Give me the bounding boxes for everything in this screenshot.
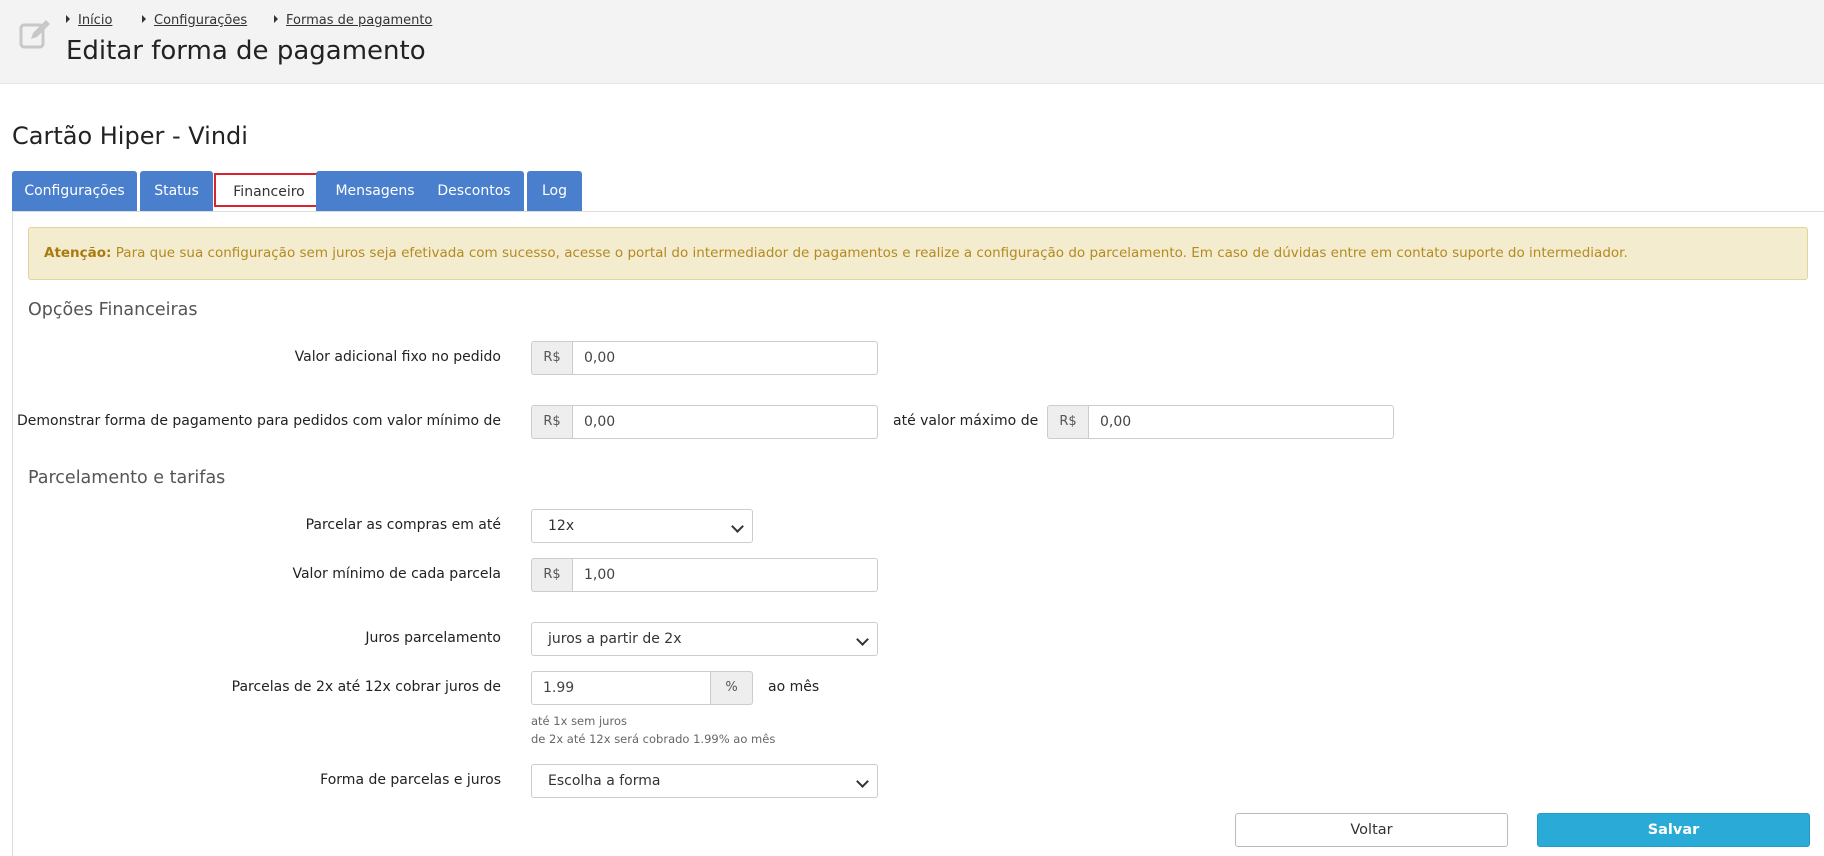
breadcrumb-link[interactable]: Configurações: [154, 13, 247, 28]
max-order-input-group: R$ 0,00: [1047, 405, 1394, 439]
installment-form-label: Forma de parcelas e juros: [320, 772, 501, 788]
chevron-down-icon: [856, 775, 869, 788]
breadcrumb-link[interactable]: Início: [78, 13, 112, 28]
content-border: [12, 211, 13, 856]
min-installment-label: Valor mínimo de cada parcela: [292, 566, 501, 582]
fixed-value-label: Valor adicional fixo no pedido: [294, 349, 501, 365]
page-title: Editar forma de pagamento: [66, 36, 426, 66]
fixed-value-input[interactable]: 0,00: [573, 341, 878, 375]
section-title-financial: Opções Financeiras: [28, 300, 198, 320]
interest-rate-suffix: ao mês: [768, 679, 820, 695]
max-order-input[interactable]: 0,00: [1089, 405, 1394, 439]
currency-addon: R$: [531, 558, 573, 592]
interest-label: Juros parcelamento: [365, 630, 501, 646]
installment-form-value: Escolha a forma: [548, 773, 661, 789]
tabs-divider: [12, 211, 1824, 212]
fixed-value-input-group: R$ 0,00: [531, 341, 878, 375]
chevron-down-icon: [856, 633, 869, 646]
warning-alert: Atenção: Para que sua configuração sem j…: [28, 227, 1808, 280]
currency-addon: R$: [531, 405, 573, 439]
breadcrumb-item-formas-de-pagamento[interactable]: Formas de pagamento: [274, 13, 432, 28]
currency-addon: R$: [531, 341, 573, 375]
alert-text: Para que sua configuração sem juros seja…: [111, 245, 1628, 261]
tab-mensagens[interactable]: Mensagens: [316, 171, 434, 211]
min-installment-input[interactable]: 1,00: [573, 558, 878, 592]
back-button[interactable]: Voltar: [1235, 813, 1508, 847]
tab-descontos[interactable]: Descontos: [424, 171, 524, 211]
interest-help-line-2: de 2x até 12x será cobrado 1.99% ao mês: [531, 732, 776, 746]
section-title-installments: Parcelamento e tarifas: [28, 468, 226, 488]
max-installments-value: 12x: [548, 518, 575, 534]
edit-icon: [19, 20, 50, 49]
percent-addon: %: [711, 671, 753, 705]
max-installments-select[interactable]: 12x: [531, 509, 753, 543]
caret-right-icon: [66, 15, 70, 23]
save-button[interactable]: Salvar: [1537, 813, 1810, 847]
breadcrumb-item-inicio[interactable]: Início: [66, 13, 112, 28]
installment-form-select[interactable]: Escolha a forma: [531, 764, 878, 798]
interest-rate-label: Parcelas de 2x até 12x cobrar juros de: [231, 679, 501, 695]
interest-rate-input-group: 1.99 %: [531, 671, 753, 705]
alert-strong: Atenção:: [44, 245, 112, 261]
tab-status[interactable]: Status: [140, 171, 213, 211]
interest-select[interactable]: juros a partir de 2x: [531, 622, 878, 656]
interest-value: juros a partir de 2x: [548, 631, 682, 647]
currency-addon: R$: [1047, 405, 1089, 439]
breadcrumb-link[interactable]: Formas de pagamento: [286, 13, 432, 28]
min-order-label: Demonstrar forma de pagamento para pedid…: [16, 413, 501, 429]
chevron-down-icon: [731, 520, 744, 533]
tab-log[interactable]: Log: [527, 171, 582, 211]
interest-rate-input[interactable]: 1.99: [531, 671, 711, 705]
breadcrumb-item-configuracoes[interactable]: Configurações: [142, 13, 247, 28]
tab-configuracoes[interactable]: Configurações: [12, 171, 137, 211]
page: Início Configurações Formas de pagamento…: [0, 0, 1824, 856]
max-order-label: até valor máximo de: [893, 413, 1039, 429]
min-order-input[interactable]: 0,00: [573, 405, 878, 439]
caret-right-icon: [142, 15, 146, 23]
min-installment-input-group: R$ 1,00: [531, 558, 878, 592]
tab-financeiro[interactable]: Financeiro: [214, 173, 324, 207]
page-header: Início Configurações Formas de pagamento…: [0, 0, 1824, 84]
min-order-input-group: R$ 0,00: [531, 405, 878, 439]
interest-help-line-1: até 1x sem juros: [531, 714, 627, 728]
max-installments-label: Parcelar as compras em até: [305, 517, 501, 533]
caret-right-icon: [274, 15, 278, 23]
form-title: Cartão Hiper - Vindi: [12, 122, 248, 150]
